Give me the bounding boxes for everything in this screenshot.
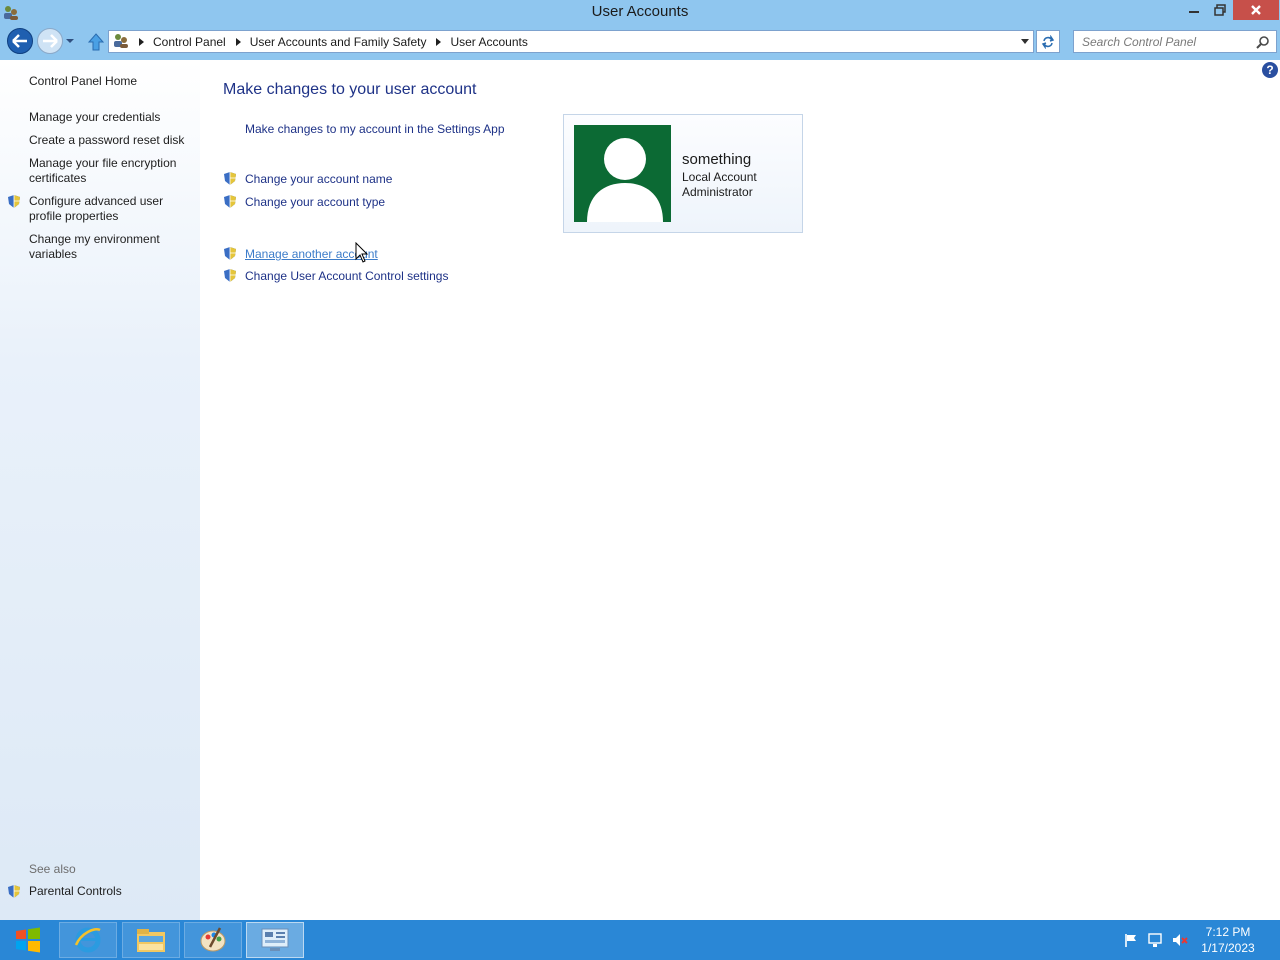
uac-shield-icon [223, 171, 237, 189]
search-icon[interactable] [1256, 35, 1270, 52]
change-uac-settings-link[interactable]: Change User Account Control settings [245, 269, 448, 283]
minimize-button[interactable] [1181, 0, 1207, 20]
volume-muted-icon[interactable] [1171, 932, 1189, 951]
action-center-flag-icon[interactable] [1123, 932, 1139, 951]
uac-shield-icon [223, 268, 237, 286]
clock-date: 1/17/2023 [1201, 941, 1255, 955]
internet-explorer-icon[interactable] [59, 922, 117, 958]
window-title: User Accounts [591, 3, 689, 20]
recent-locations-chevron-down-icon[interactable] [64, 35, 76, 47]
control-panel-icon[interactable] [246, 922, 304, 958]
uac-shield-icon [7, 194, 21, 212]
close-button[interactable] [1233, 0, 1279, 20]
breadcrumb: Control Panel User Accounts and Family S… [129, 35, 528, 49]
account-role: Administrator [682, 185, 753, 199]
clock-time: 7:12 PM [1205, 925, 1251, 939]
navigation-bar: Control Panel User Accounts and Family S… [0, 24, 1280, 60]
up-arrow-icon[interactable] [86, 32, 106, 52]
breadcrumb-control-panel[interactable]: Control Panel [153, 35, 226, 49]
breadcrumb-user-accounts[interactable]: User Accounts [450, 35, 527, 49]
control-panel-icon [113, 32, 129, 51]
back-button[interactable] [7, 28, 33, 54]
uac-shield-icon [7, 884, 21, 902]
file-explorer-icon[interactable] [122, 922, 180, 958]
create-password-reset-disk-link[interactable]: Create a password reset disk [29, 133, 194, 148]
breadcrumb-separator-icon[interactable] [235, 37, 241, 46]
see-also-heading: See also [29, 862, 76, 876]
account-card: something Local Account Administrator [563, 114, 803, 233]
address-bar[interactable]: Control Panel User Accounts and Family S… [108, 30, 1034, 53]
breadcrumb-user-accounts-family-safety[interactable]: User Accounts and Family Safety [250, 35, 427, 49]
manage-file-encryption-link[interactable]: Manage your file encryption certificates [29, 156, 194, 186]
uac-shield-icon [223, 194, 237, 212]
taskbar: 7:12 PM 1/17/2023 [0, 920, 1280, 960]
avatar [574, 125, 671, 222]
search-box[interactable] [1073, 30, 1277, 53]
system-clock[interactable]: 7:12 PM 1/17/2023 [1196, 924, 1260, 956]
title-bar: User Accounts [0, 0, 1280, 24]
breadcrumb-separator-icon[interactable] [436, 37, 442, 46]
address-history-dropdown-icon[interactable] [1021, 39, 1029, 44]
configure-advanced-profile-link[interactable]: Configure advanced user profile properti… [29, 194, 194, 224]
restore-button[interactable] [1207, 0, 1233, 20]
uac-shield-icon [223, 246, 237, 264]
left-navigation-pane: Control Panel Home Manage your credentia… [0, 60, 200, 920]
change-environment-variables-link[interactable]: Change my environment variables [29, 232, 194, 262]
control-panel-home-link[interactable]: Control Panel Home [29, 74, 194, 89]
help-icon[interactable]: ? [1262, 62, 1278, 78]
settings-app-link[interactable]: Make changes to my account in the Settin… [245, 122, 505, 136]
start-button[interactable] [0, 920, 56, 960]
main-content: ? Make changes to your user account Make… [200, 60, 1280, 920]
paint-icon[interactable] [184, 922, 242, 958]
forward-button[interactable] [37, 28, 63, 54]
breadcrumb-separator-icon[interactable] [139, 37, 144, 46]
mouse-cursor-icon [355, 241, 369, 267]
network-icon[interactable] [1147, 932, 1163, 951]
account-name: something [682, 151, 752, 168]
refresh-button[interactable] [1036, 30, 1060, 53]
change-account-type-link[interactable]: Change your account type [245, 195, 385, 209]
account-type: Local Account [682, 170, 757, 184]
parental-controls-link[interactable]: Parental Controls [29, 884, 194, 899]
manage-credentials-link[interactable]: Manage your credentials [29, 110, 194, 125]
search-input[interactable] [1074, 31, 1249, 52]
page-title: Make changes to your user account [223, 81, 477, 98]
change-account-name-link[interactable]: Change your account name [245, 172, 392, 186]
